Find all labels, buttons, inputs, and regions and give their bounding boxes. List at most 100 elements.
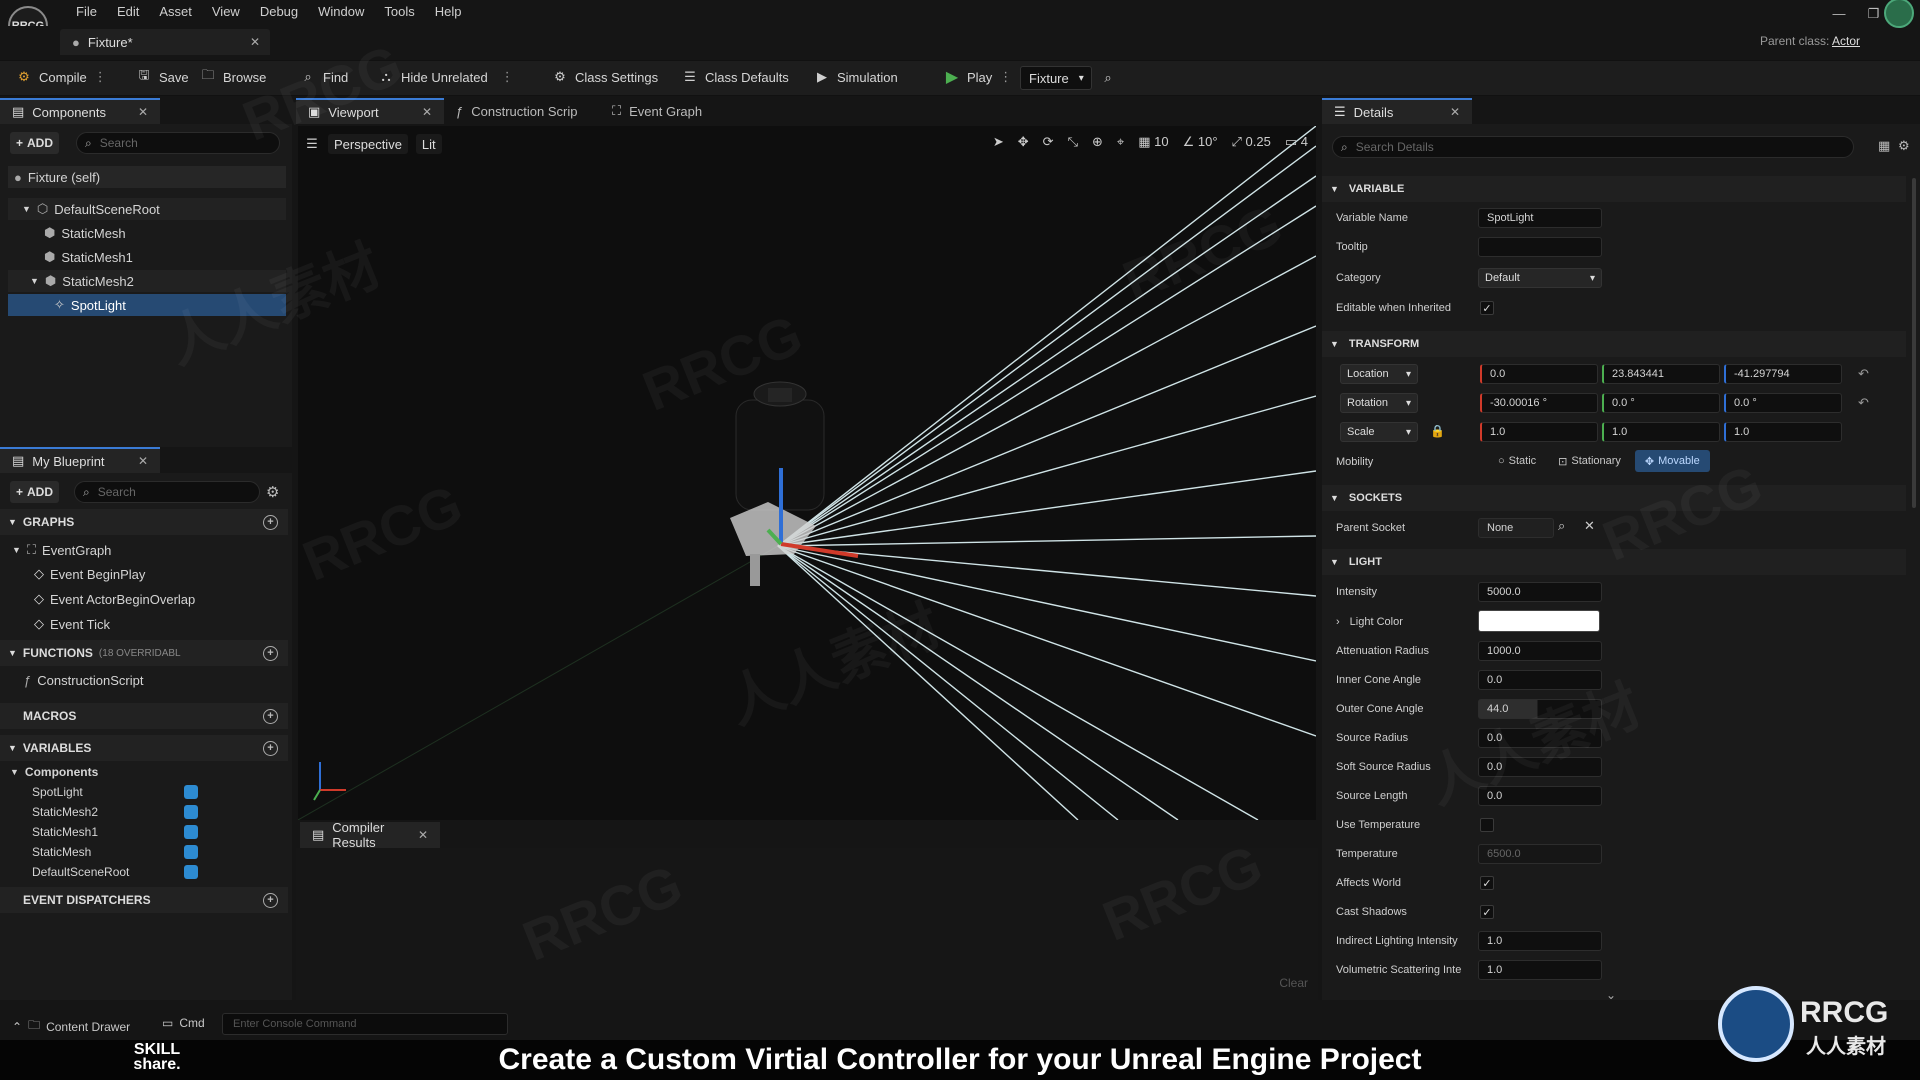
variable-spotlight[interactable]: SpotLight: [32, 783, 83, 801]
scale-y-input[interactable]: 1.0: [1602, 422, 1720, 442]
add-function-icon[interactable]: +: [263, 645, 278, 661]
blueprint-search-input[interactable]: ⌕ Search: [74, 481, 260, 503]
temperature-input[interactable]: 6500.0: [1478, 844, 1602, 864]
event-graph-item[interactable]: ▼ ⛶ EventGraph: [12, 539, 111, 561]
parent-socket-field[interactable]: None: [1478, 518, 1554, 538]
source-length-input[interactable]: 0.0: [1478, 786, 1602, 806]
minimize-icon[interactable]: —: [1832, 6, 1845, 22]
add-blueprint-item-button[interactable]: + ADD: [10, 481, 60, 503]
simulation-button[interactable]: ▶ Simulation: [814, 69, 898, 85]
location-x-input[interactable]: 0.0: [1480, 364, 1598, 384]
graphs-section[interactable]: ▼ GRAPHS +: [0, 509, 288, 535]
camera-speed-button[interactable]: ▭ 4: [1285, 134, 1308, 150]
console-command-input[interactable]: Enter Console Command: [222, 1013, 508, 1035]
surface-snap-icon[interactable]: ⌖: [1117, 134, 1124, 150]
indirect-lighting-input[interactable]: 1.0: [1478, 931, 1602, 951]
menu-debug[interactable]: Debug: [250, 4, 308, 19]
advanced-expand-icon[interactable]: ⌄: [1606, 988, 1616, 1002]
components-search-input[interactable]: ⌕ Search: [76, 132, 280, 154]
compile-button[interactable]: ⚙ Compile ⋮: [16, 69, 107, 85]
source-radius-input[interactable]: 0.0: [1478, 728, 1602, 748]
close-compiler-icon[interactable]: ✕: [418, 828, 428, 842]
menu-edit[interactable]: Edit: [107, 4, 149, 19]
select-mode-icon[interactable]: ➤: [993, 134, 1004, 150]
save-button[interactable]: 🖫 Save: [136, 67, 188, 85]
menu-help[interactable]: Help: [425, 4, 472, 19]
rotation-z-input[interactable]: 0.0 °: [1724, 393, 1842, 413]
variable-defaultsceneroot[interactable]: DefaultSceneRoot: [32, 863, 129, 881]
cast-shadows-checkbox[interactable]: ✓: [1480, 905, 1494, 919]
outer-cone-slider[interactable]: 44.0: [1478, 699, 1602, 719]
tab-viewport[interactable]: ▣ Viewport ✕: [296, 98, 444, 124]
component-self[interactable]: ● Fixture (self): [8, 166, 286, 188]
location-mode-dropdown[interactable]: Location ▾: [1340, 364, 1418, 384]
tooltip-input[interactable]: [1478, 237, 1602, 257]
close-details-icon[interactable]: ✕: [1450, 105, 1460, 119]
hide-options-icon[interactable]: ⋮: [501, 69, 514, 85]
parent-class-link[interactable]: Actor: [1832, 34, 1860, 48]
scale-z-input[interactable]: 1.0: [1724, 422, 1842, 442]
variable-staticmesh2[interactable]: StaticMesh2: [32, 803, 98, 821]
class-settings-button[interactable]: ⚙ Class Settings: [552, 69, 658, 85]
construction-script-item[interactable]: ƒ ConstructionScript: [24, 669, 143, 691]
sockets-section[interactable]: ▼ SOCKETS: [1322, 485, 1906, 511]
components-tab[interactable]: ▤ Components ✕: [0, 98, 160, 124]
clear-button[interactable]: Clear: [1279, 976, 1308, 990]
search-socket-icon[interactable]: ⌕: [1558, 518, 1565, 534]
attenuation-radius-input[interactable]: 1000.0: [1478, 641, 1602, 661]
rotation-snap-button[interactable]: ∠ 10°: [1183, 134, 1218, 150]
menu-file[interactable]: File: [66, 4, 107, 19]
reset-location-icon[interactable]: ↶: [1858, 366, 1869, 382]
hide-unrelated-button[interactable]: ⛬ Hide Unrelated ⋮: [378, 69, 514, 85]
content-drawer-button[interactable]: ⌃ 🗀 Content Drawer: [12, 1016, 130, 1037]
details-tab[interactable]: ☰ Details ✕: [1322, 98, 1472, 124]
macros-section[interactable]: MACROS +: [0, 703, 288, 729]
table-view-icon[interactable]: ▦: [1878, 138, 1890, 154]
debug-object-select[interactable]: Fixture ▾: [1020, 66, 1092, 90]
affects-world-checkbox[interactable]: ✓: [1480, 876, 1494, 890]
lit-button[interactable]: Lit: [415, 134, 442, 154]
event-actorbeginoverlap-item[interactable]: ◇ Event ActorBeginOverlap: [34, 588, 195, 610]
translate-mode-icon[interactable]: ✥: [1018, 134, 1029, 150]
intensity-input[interactable]: 5000.0: [1478, 582, 1602, 602]
details-search-input[interactable]: ⌕ Search Details: [1332, 136, 1854, 158]
world-local-icon[interactable]: ⊕: [1092, 134, 1103, 150]
add-macro-icon[interactable]: +: [263, 708, 278, 724]
rotate-mode-icon[interactable]: ⟳: [1043, 134, 1054, 150]
light-section[interactable]: ▼ LIGHT: [1322, 549, 1906, 575]
event-tick-item[interactable]: ◇ Event Tick: [34, 613, 110, 635]
rotation-x-input[interactable]: -30.00016 °: [1480, 393, 1598, 413]
close-my-blueprint-icon[interactable]: ✕: [138, 454, 148, 468]
variable-name-input[interactable]: SpotLight: [1478, 208, 1602, 228]
restore-icon[interactable]: ❐: [1867, 6, 1879, 22]
document-tab[interactable]: ● Fixture* ✕: [60, 29, 270, 55]
menu-asset[interactable]: Asset: [149, 4, 202, 19]
location-z-input[interactable]: -41.297794: [1724, 364, 1842, 384]
scale-mode-dropdown[interactable]: Scale ▾: [1340, 422, 1418, 442]
location-y-input[interactable]: 23.843441: [1602, 364, 1720, 384]
compiler-results-tab[interactable]: ▤ Compiler Results ✕: [300, 820, 440, 850]
tab-construction-script[interactable]: ƒ Construction Scrip: [444, 98, 600, 124]
play-options-icon[interactable]: ⋮: [999, 69, 1012, 85]
tree-item-staticmesh[interactable]: ⬢ StaticMesh: [44, 222, 126, 244]
menu-window[interactable]: Window: [308, 4, 374, 19]
rotation-y-input[interactable]: 0.0 °: [1602, 393, 1720, 413]
variables-section[interactable]: ▼ VARIABLES +: [0, 735, 288, 761]
transform-section[interactable]: ▼ TRANSFORM: [1322, 331, 1906, 357]
perspective-button[interactable]: Perspective: [328, 134, 408, 154]
reset-rotation-icon[interactable]: ↶: [1858, 395, 1869, 411]
event-dispatchers-section[interactable]: EVENT DISPATCHERS +: [0, 887, 288, 913]
cmd-button[interactable]: ▭ Cmd: [162, 1016, 205, 1030]
my-blueprint-tab[interactable]: ▤ My Blueprint ✕: [0, 447, 160, 473]
tree-item-spotlight[interactable]: ✧ SpotLight: [8, 294, 286, 316]
event-beginplay-item[interactable]: ◇ Event BeginPlay: [34, 563, 145, 585]
menu-tools[interactable]: Tools: [374, 4, 424, 19]
close-viewport-icon[interactable]: ✕: [422, 105, 432, 119]
editable-inherited-checkbox[interactable]: ✓: [1480, 301, 1494, 315]
inner-cone-input[interactable]: 0.0: [1478, 670, 1602, 690]
settings-gear-icon[interactable]: ⚙: [1898, 138, 1910, 154]
viewport[interactable]: ☰ Perspective Lit ➤ ✥ ⟳ ⤡ ⊕ ⌖ ▦ 10 ∠ 10°…: [298, 126, 1316, 820]
volumetric-scattering-input[interactable]: 1.0: [1478, 960, 1602, 980]
add-dispatcher-icon[interactable]: +: [263, 892, 278, 908]
add-component-button[interactable]: + ADD: [10, 132, 60, 154]
